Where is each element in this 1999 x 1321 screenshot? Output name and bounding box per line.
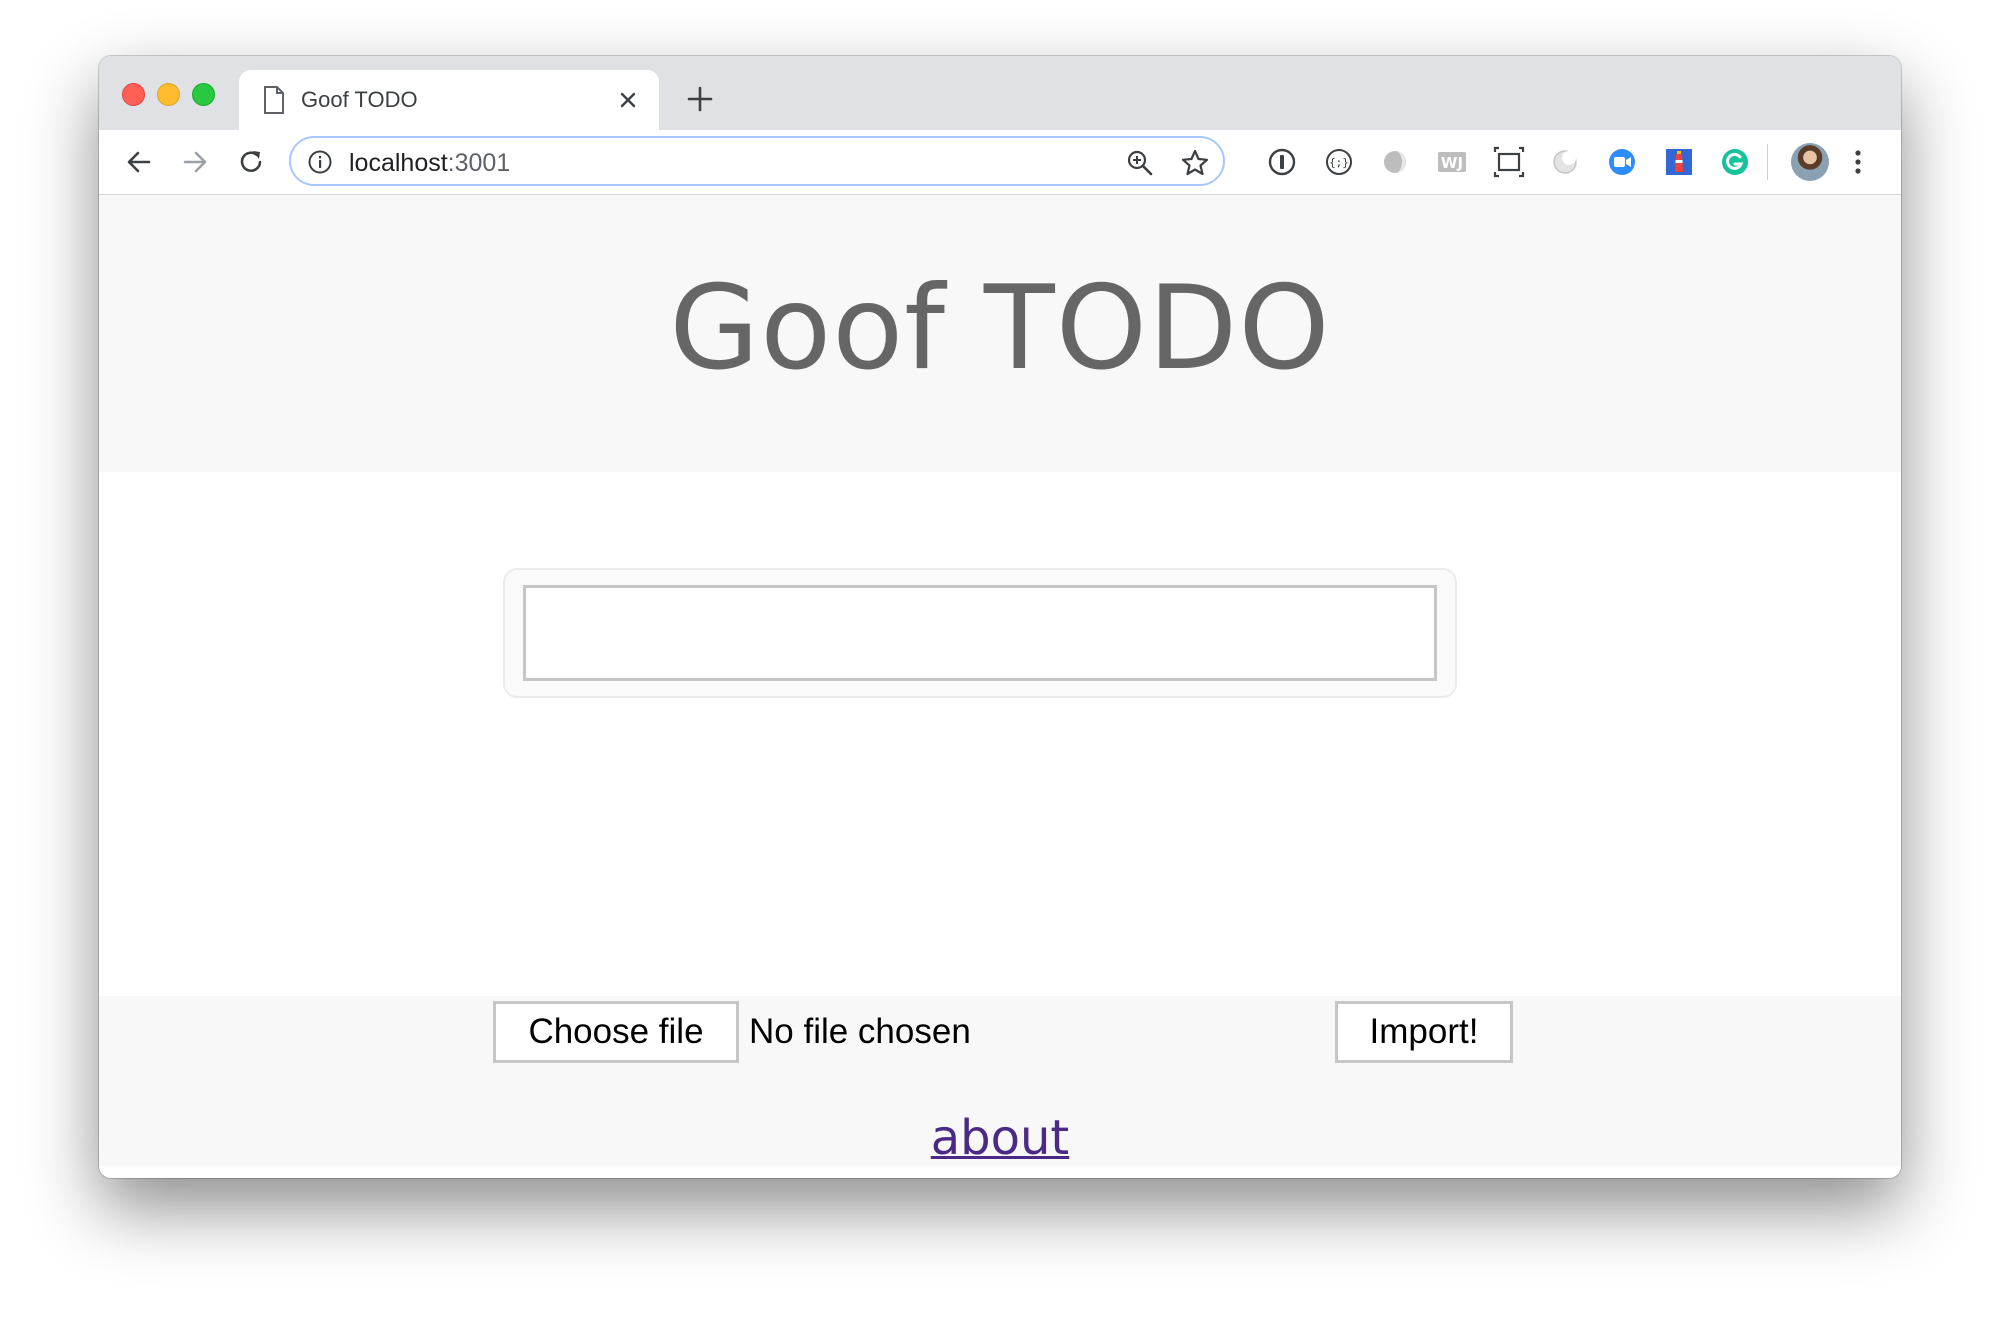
import-button[interactable]: Import! (1335, 1001, 1513, 1063)
new-tab-icon[interactable] (685, 84, 715, 114)
url-port: :3001 (447, 149, 511, 177)
toolbar-separator (1767, 144, 1768, 180)
svg-text:WJ: WJ (1441, 154, 1463, 172)
todo-form (503, 568, 1457, 698)
url-text[interactable]: localhost:3001 (349, 149, 510, 177)
import-section: Choose file No file chosen Import! about (99, 996, 1901, 1166)
browser-window: Goof TODO localhost:3001 {;} WJ Goof TOD… (99, 56, 1901, 1178)
dark-reader-icon[interactable] (1379, 146, 1411, 178)
document-icon (264, 86, 284, 114)
url-host: localhost (349, 149, 448, 177)
onepassword-icon[interactable] (1266, 146, 1298, 178)
wj-extension-icon[interactable]: WJ (1436, 146, 1468, 178)
close-tab-icon[interactable] (615, 87, 641, 113)
lighthouse-icon[interactable] (1663, 146, 1695, 178)
reload-icon[interactable] (235, 146, 267, 178)
browser-menu-icon[interactable] (1851, 146, 1865, 178)
close-window-button[interactable] (122, 83, 145, 106)
file-status-text: No file chosen (749, 1012, 971, 1051)
tab-goof-todo[interactable]: Goof TODO (239, 70, 659, 130)
bookmark-star-icon[interactable] (1179, 147, 1211, 179)
about-link-container: about (99, 1108, 1901, 1168)
page-viewport: Goof TODO Choose file No file chosen Imp… (99, 195, 1901, 1178)
grammarly-icon[interactable] (1719, 146, 1751, 178)
browser-toolbar: localhost:3001 {;} WJ (99, 130, 1901, 195)
choose-file-button[interactable]: Choose file (493, 1001, 739, 1063)
back-arrow-icon[interactable] (123, 146, 155, 178)
tab-strip: Goof TODO (99, 56, 1901, 130)
svg-text:{;}: {;} (1329, 156, 1349, 169)
zoom-meeting-icon[interactable] (1606, 146, 1638, 178)
profile-avatar[interactable] (1791, 143, 1829, 181)
minimize-window-button[interactable] (157, 83, 180, 106)
todo-input[interactable] (523, 585, 1437, 681)
address-bar[interactable]: localhost:3001 (289, 136, 1225, 186)
json-viewer-icon[interactable]: {;} (1323, 146, 1355, 178)
page-header: Goof TODO (99, 195, 1901, 472)
forward-arrow-icon[interactable] (179, 146, 211, 178)
about-link[interactable]: about (931, 1110, 1070, 1166)
maximize-window-button[interactable] (192, 83, 215, 106)
moon-icon[interactable] (1549, 146, 1581, 178)
page-title: Goof TODO (669, 261, 1331, 396)
screenshot-icon[interactable] (1493, 146, 1525, 178)
zoom-icon[interactable] (1125, 148, 1155, 178)
site-info-icon[interactable] (307, 149, 333, 175)
tab-title: Goof TODO (301, 87, 418, 112)
